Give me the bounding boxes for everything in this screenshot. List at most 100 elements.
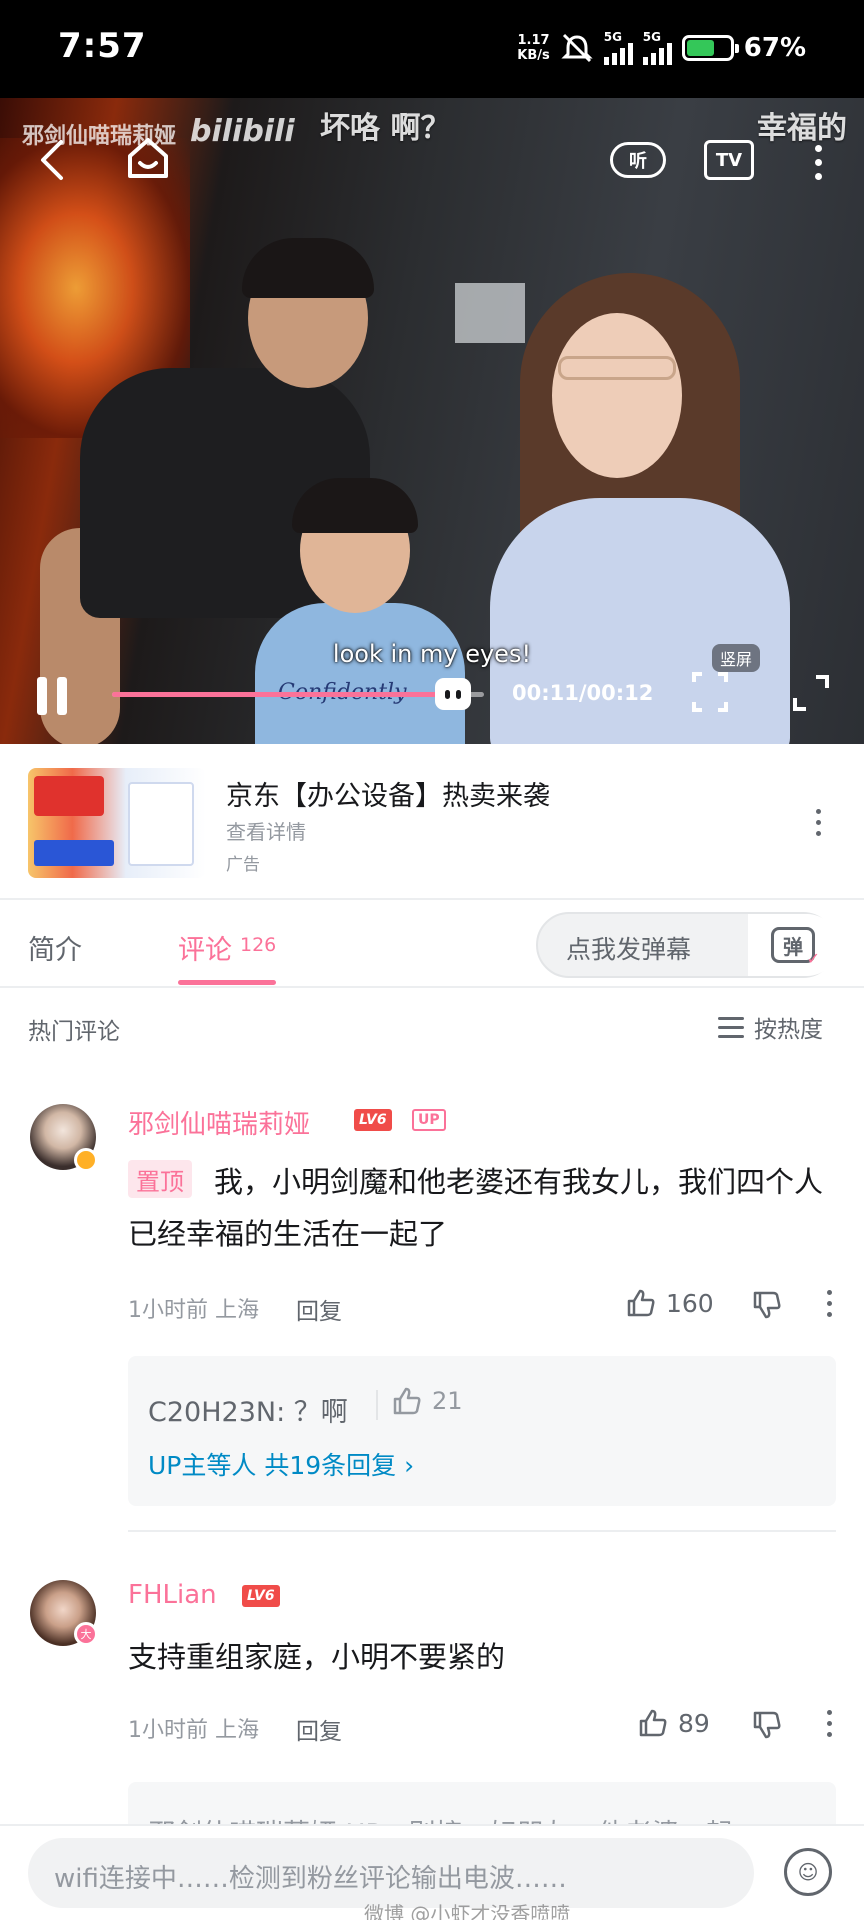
comment-text: 我，小明剑魔和他老婆还有我女儿，我们四个人已经幸福的生活在一起了 xyxy=(128,1165,824,1251)
member-badge-icon: 大 xyxy=(74,1622,98,1646)
ad-banner[interactable]: 京东【办公设备】热卖来袭 查看详情 广告 xyxy=(0,744,864,900)
girl-figure xyxy=(255,603,465,744)
emoji-icon: ☺ xyxy=(797,1860,819,1884)
comment-divider xyxy=(128,1530,836,1532)
thumbs-down-icon[interactable] xyxy=(752,1710,782,1740)
ad-thumbnail-card xyxy=(128,782,194,866)
level-badge: LV6 xyxy=(242,1585,280,1607)
reply-button[interactable]: 回复 xyxy=(296,1292,342,1326)
signal-bars-icon xyxy=(642,43,672,65)
battery-icon xyxy=(681,35,739,61)
ad-more-button[interactable] xyxy=(812,804,824,840)
mute-bell-icon xyxy=(561,33,593,63)
comments-count: 126 xyxy=(240,934,277,956)
sim1-label: 5G xyxy=(603,30,622,44)
reply-preview[interactable]: C20H23N: ？啊 21 UP主等人 共19条回复 › xyxy=(128,1356,836,1506)
girl-hair xyxy=(292,478,418,533)
comment-time-location: 1小时前 上海 xyxy=(128,1718,259,1743)
tab-active-indicator xyxy=(178,980,276,985)
signal-sim1: 5G xyxy=(603,30,633,65)
ad-thumbnail[interactable] xyxy=(28,768,206,878)
comment-username[interactable]: FHLian xyxy=(128,1580,217,1610)
home-button[interactable] xyxy=(122,132,174,184)
woman-glasses xyxy=(558,356,676,380)
clock: 7:57 xyxy=(58,26,147,66)
reply-like-count: 21 xyxy=(432,1387,463,1415)
network-speed: 1.17 KB/s xyxy=(517,33,549,63)
sort-label: 按热度 xyxy=(754,1017,823,1043)
divider xyxy=(376,1390,378,1420)
ad-thumbnail-blue-tag xyxy=(34,840,114,866)
like-count: 160 xyxy=(666,1288,714,1318)
pause-button[interactable] xyxy=(34,676,70,716)
level-badge: LV6 xyxy=(354,1109,392,1131)
cast-tv-button[interactable]: TV xyxy=(704,140,754,180)
comment-time-location: 1小时前 上海 xyxy=(128,1298,259,1323)
home-icon xyxy=(128,138,168,178)
man-hair xyxy=(242,238,374,298)
tab-bar: 简介 评论 126 点我发弹幕 弹 xyxy=(0,900,864,988)
comment-more-button[interactable] xyxy=(824,1290,834,1324)
back-button[interactable] xyxy=(30,135,74,185)
comment-input-placeholder: wifi连接中……检测到粉丝评论输出电波…… xyxy=(54,1864,567,1894)
background-window xyxy=(455,283,525,343)
network-speed-unit: KB/s xyxy=(517,48,550,63)
danmaku-item: 坏咯 啊？ xyxy=(320,111,451,146)
tab-intro[interactable]: 简介 xyxy=(28,928,82,967)
ad-title[interactable]: 京东【办公设备】热卖来袭 xyxy=(226,774,550,813)
thumbs-up-icon xyxy=(639,1709,667,1737)
progress-fill xyxy=(112,692,453,697)
battery-percent: 67% xyxy=(743,33,806,63)
fullscreen-icon xyxy=(793,675,829,711)
up-badge: UP xyxy=(412,1109,446,1131)
woman-face xyxy=(552,313,682,478)
vertical-screen-button[interactable] xyxy=(690,670,730,714)
chevron-left-icon xyxy=(41,140,63,180)
listen-mode-button[interactable]: 听 xyxy=(610,142,666,178)
signal-sim2: 5G xyxy=(642,30,672,65)
comment-username[interactable]: 邪剑仙喵瑞莉娅 xyxy=(128,1104,310,1141)
weibo-watermark: 微博 @小虾才没香喷喷 xyxy=(364,1902,571,1920)
ad-details-link[interactable]: 查看详情 xyxy=(226,816,306,845)
like-count: 89 xyxy=(678,1708,710,1738)
sim2-label: 5G xyxy=(642,30,661,44)
pinned-tag: 置顶 xyxy=(128,1160,192,1198)
hot-comments-label: 热门评论 xyxy=(28,1019,120,1045)
bilibili-logo: bilibili xyxy=(190,114,295,149)
more-options-button[interactable] xyxy=(806,138,830,186)
like-button[interactable]: 89 xyxy=(638,1708,710,1738)
verified-badge-icon xyxy=(74,1148,98,1172)
danmaku-placeholder: 点我发弹幕 xyxy=(566,935,692,964)
vertical-screen-icon xyxy=(692,672,728,712)
danmaku-icon: 弹 xyxy=(771,927,820,968)
view-replies-link[interactable]: UP主等人 共19条回复 › xyxy=(148,1446,414,1482)
reply-like[interactable]: 21 xyxy=(392,1386,463,1416)
thumbs-up-icon xyxy=(627,1289,655,1317)
sort-icon xyxy=(718,1016,744,1038)
tv-icon: TV xyxy=(715,149,743,171)
reply-button[interactable]: 回复 xyxy=(296,1712,342,1746)
sort-button[interactable]: 按热度 xyxy=(718,1010,823,1044)
comment-more-button[interactable] xyxy=(824,1710,834,1744)
danmaku-toggle-button[interactable]: 弹 xyxy=(748,914,838,976)
status-icons: 1.17 KB/s 5G 5G 67% xyxy=(517,26,806,70)
emoji-button[interactable]: ☺ xyxy=(784,1848,832,1896)
tab-comments[interactable]: 评论 xyxy=(178,928,232,967)
woman-figure xyxy=(490,498,790,744)
thumbs-down-icon[interactable] xyxy=(752,1290,782,1320)
vertical-screen-tooltip: 竖屏 xyxy=(712,644,760,672)
ad-label: 广告 xyxy=(226,855,260,875)
like-button[interactable]: 160 xyxy=(626,1288,714,1318)
status-bar: 7:57 1.17 KB/s 5G 5G 67% xyxy=(0,0,864,98)
pause-icon xyxy=(37,677,47,715)
network-speed-value: 1.17 xyxy=(517,33,550,48)
danmaku-item: 幸福的 xyxy=(757,111,847,146)
danmaku-input[interactable]: 点我发弹幕 弹 xyxy=(536,912,838,978)
ad-thumbnail-red-tag xyxy=(34,776,104,816)
playback-time: 00:11/00:12 xyxy=(512,681,654,705)
thumbs-up-icon xyxy=(393,1387,421,1415)
progress-thumb-tv-icon[interactable] xyxy=(435,678,471,710)
signal-bars-icon xyxy=(603,43,633,65)
headphone-icon: 听 xyxy=(629,151,647,172)
fullscreen-button[interactable] xyxy=(792,674,830,712)
